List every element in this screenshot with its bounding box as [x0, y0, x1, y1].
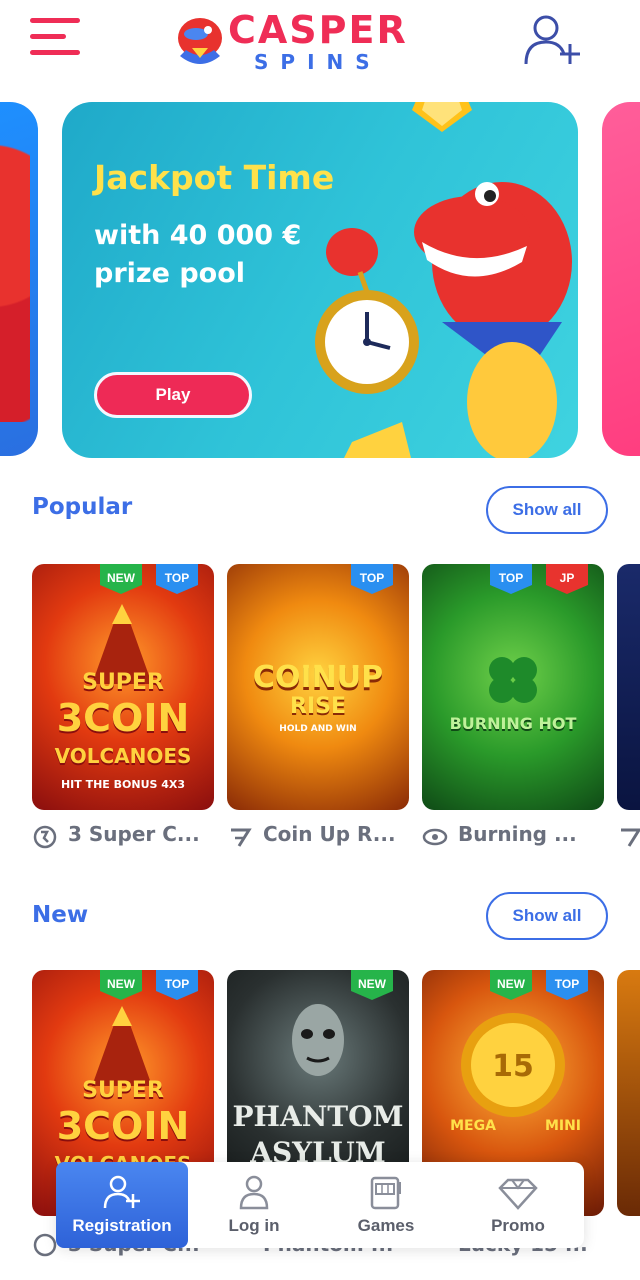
game-card-3-super-coin-volcanoes[interactable]: NEW TOP SUPER 3COIN VOLCANOES HIT THE BO… — [32, 564, 214, 810]
badge-new: NEW — [351, 970, 393, 1000]
logo-text-bottom: SPINS — [254, 50, 382, 74]
banner-title: Jackpot Time — [94, 158, 335, 197]
provider-icon — [621, 828, 640, 847]
nav-promo[interactable]: Promo — [452, 1162, 584, 1248]
card-art-line3: HOLD AND WIN — [279, 724, 357, 734]
carousel-slide-next[interactable] — [602, 102, 640, 456]
badge-top: TOP — [546, 970, 588, 1000]
card-art-line1: PHANTOM — [232, 1100, 404, 1133]
card-art-line2: 3COIN — [56, 1104, 190, 1148]
user-add-icon — [103, 1175, 140, 1209]
card-art-line2: RISE — [290, 694, 346, 719]
badge-new: NEW — [100, 970, 142, 1000]
volcano-icon — [92, 1006, 152, 1086]
card-art-line2: 3COIN — [56, 696, 190, 740]
slot-machine-icon — [370, 1176, 401, 1210]
promo-carousel[interactable]: Jackpot Time with 40 000 € prize pool Pl… — [0, 102, 640, 458]
game-name[interactable]: Burning ... — [458, 822, 577, 846]
card-art-line1: COINUP — [252, 660, 384, 695]
nav-registration[interactable]: Registration — [56, 1162, 188, 1248]
badge-top: TOP — [156, 564, 198, 594]
nav-label: Log in — [228, 1216, 280, 1235]
gem-icon — [412, 102, 472, 132]
carousel-slide-jackpot[interactable]: Jackpot Time with 40 000 € prize pool Pl… — [62, 102, 578, 458]
nav-label: Games — [357, 1216, 415, 1235]
bottom-navigation: Registration Log in Games Promo — [56, 1162, 584, 1248]
provider-icon — [422, 828, 448, 846]
game-card-coin-up-rise[interactable]: TOP COINUP RISE HOLD AND WIN — [227, 564, 409, 810]
card-art-line1: SUPER — [82, 670, 164, 695]
user-add-icon[interactable] — [522, 12, 584, 68]
provider-icon — [231, 828, 252, 847]
game-card-partial[interactable] — [617, 564, 640, 810]
game-card-partial[interactable] — [617, 970, 640, 1216]
new-show-all-button[interactable]: Show all — [486, 892, 608, 940]
banner-subtitle-line2: prize pool — [94, 258, 246, 289]
nav-games[interactable]: Games — [320, 1162, 452, 1248]
badge-jackpot: JP — [546, 564, 588, 594]
game-name[interactable]: Coin Up R... — [263, 822, 396, 846]
clover-icon — [489, 657, 537, 703]
logo-text-top: CASPER — [228, 8, 408, 52]
logo[interactable]: CASPER SPINS — [170, 6, 415, 76]
popular-show-all-button[interactable]: Show all — [486, 486, 608, 534]
badge-top: TOP — [156, 970, 198, 1000]
badge-new: NEW — [490, 970, 532, 1000]
new-section-title: New — [32, 902, 89, 928]
dino-logo-icon — [178, 18, 222, 64]
badge-top: TOP — [351, 564, 393, 594]
card-art-line4: HIT THE BONUS 4X3 — [60, 778, 186, 791]
popular-section-title: Popular — [32, 494, 133, 520]
diamond-icon — [498, 1178, 538, 1210]
user-icon — [239, 1175, 269, 1210]
dino-mascot-image — [315, 182, 572, 458]
card-art-line2: MINI — [544, 1118, 582, 1134]
game-name[interactable]: 3 Super C... — [68, 822, 200, 846]
badge-new: NEW — [100, 564, 142, 594]
ghost-face-image — [292, 1004, 344, 1076]
svg-text:15: 15 — [492, 1049, 534, 1084]
card-art-line1: SUPER — [82, 1078, 164, 1103]
badge-top: TOP — [490, 564, 532, 594]
gold-coin-icon: 15 — [461, 1013, 565, 1117]
menu-icon[interactable] — [30, 18, 82, 58]
nav-label: Promo — [491, 1216, 545, 1235]
nav-login[interactable]: Log in — [188, 1162, 320, 1248]
card-art-line1: BURNING HOT — [449, 714, 577, 733]
carousel-slide-prev[interactable] — [0, 102, 38, 456]
provider-icon — [33, 825, 57, 849]
header: CASPER SPINS — [0, 0, 640, 86]
nav-label: Registration — [72, 1216, 172, 1235]
card-art-line3: VOLCANOES — [54, 744, 192, 768]
banner-subtitle-line1: with 40 000 € — [94, 220, 302, 251]
banner-play-button[interactable]: Play — [94, 372, 252, 418]
provider-icon — [33, 1233, 57, 1257]
game-card-burning-hot[interactable]: TOP JP BURNING HOT — [422, 564, 604, 810]
